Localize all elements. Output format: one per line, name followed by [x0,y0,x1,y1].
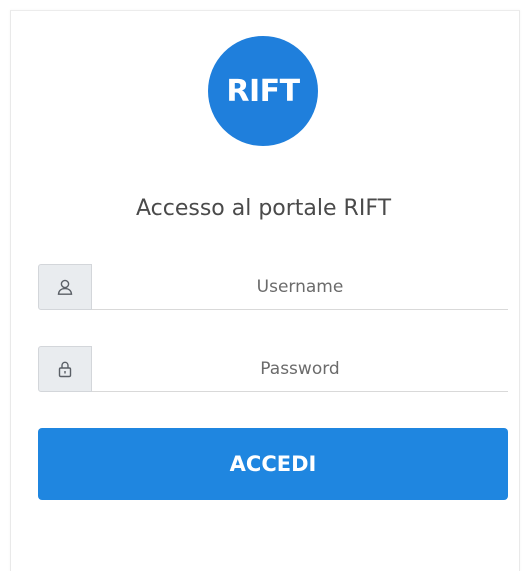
password-field-group [38,346,508,394]
login-button[interactable]: ACCEDI [38,428,508,500]
lock-icon [38,346,92,392]
user-icon [38,264,92,310]
rift-logo: RIFT [208,36,318,146]
logo-text: RIFT [226,73,300,109]
username-field-group [38,264,508,312]
username-input[interactable] [92,264,508,310]
password-input[interactable] [92,346,508,392]
page-title: Accesso al portale RIFT [135,196,392,221]
